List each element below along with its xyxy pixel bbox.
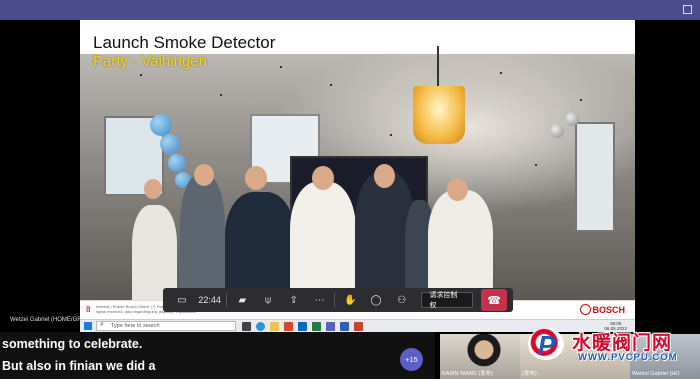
excel-icon[interactable] [312,322,321,331]
bosch-wordmark: BOSCH [592,305,625,315]
photo-person [180,175,225,300]
participants-icon[interactable]: ⚇ [389,290,415,310]
more-icon[interactable]: ⋯ [307,290,333,310]
confetti [140,74,142,76]
slide-subtitle: Party - Vaihingen [93,53,207,70]
photo-person-head [374,164,395,188]
photo-balloon [565,112,579,126]
call-control-bar: ▭ 22:44 ▰ ⍦ ⇪ ⋯ ✋ ◯ ⚇ 请求控制权 ☎ [163,288,513,312]
teams-icon[interactable] [326,322,335,331]
divider [334,293,336,307]
app-icon[interactable] [284,322,293,331]
participant-name: Wetzel Gabriel (HO [632,371,680,377]
taskbar-search-input[interactable]: Type here to search [96,321,236,331]
party-photo [80,46,635,300]
shared-screen-stage: Launch Smoke Detector Party - Vaihingen … [0,20,700,323]
watermark-logo-icon [528,328,564,361]
watermark-text: 水暖阀门网 [572,333,673,354]
photo-person-head [144,179,162,199]
confetti [280,66,282,68]
confetti [330,84,332,86]
photo-balloon [150,114,172,136]
slide-title: Launch Smoke Detector [93,33,276,52]
confetti [390,134,392,136]
divider [226,293,228,307]
more-participants-badge[interactable]: +15 [400,348,423,371]
powerpoint-icon[interactable] [354,322,363,331]
participant-video-tile[interactable]: KAIXN WANG (发布) [440,334,520,379]
participant-name: KAIXN WANG (发布) [442,371,494,377]
photo-person [428,190,493,300]
confetti [220,94,222,96]
camera-icon[interactable]: ▰ [229,290,255,310]
photo-balloon [168,154,186,172]
call-timer: 22:44 [198,295,221,305]
photo-person-head [194,164,214,186]
bosch-logo-icon [580,304,591,315]
confetti [580,99,582,101]
photo-balloon [550,124,564,138]
mic-icon[interactable]: ⍦ [255,290,281,310]
live-caption-line: something to celebrate. [0,332,435,356]
watermark-url: WWW.PVCPU.COM [578,352,678,363]
closed-captions-icon[interactable]: ▭ [169,290,195,310]
slide-page-number: 8 [86,305,91,314]
request-control-button[interactable]: 请求控制权 [420,292,474,309]
photo-person-head [312,166,334,190]
live-caption-line: But also in finian we did a [0,356,435,379]
site-watermark: 水暖阀门网 WWW.PVCPU.COM [520,325,700,365]
photo-person [290,182,356,300]
photo-person [132,205,177,300]
photo-pendant-lamp [413,46,465,144]
word-icon[interactable] [340,322,349,331]
hangup-icon: ☎ [487,294,501,307]
meeting-title-bar [0,0,700,20]
photo-person-head [245,166,267,190]
confetti [500,72,502,74]
presentation-slide: Launch Smoke Detector Party - Vaihingen … [80,20,635,320]
chat-icon[interactable]: ◯ [363,290,389,310]
confetti [535,164,537,166]
raise-hand-icon[interactable]: ✋ [337,290,363,310]
explorer-icon[interactable] [270,322,279,331]
share-icon[interactable]: ⇪ [281,290,307,310]
edge-icon[interactable] [256,322,265,331]
participant-name: (发布) [522,371,537,377]
photo-window-right [575,122,615,232]
photo-person-head [447,178,468,201]
hangup-button[interactable]: ☎ [481,289,507,311]
restore-window-icon[interactable] [683,5,692,14]
presenter-name: Wetzel Gabriel (HOME/GR [10,317,82,323]
taskview-icon[interactable] [242,322,251,331]
photo-balloon [160,134,180,154]
start-menu-icon[interactable] [84,322,92,330]
outlook-icon[interactable] [298,322,307,331]
photo-person [225,192,295,300]
